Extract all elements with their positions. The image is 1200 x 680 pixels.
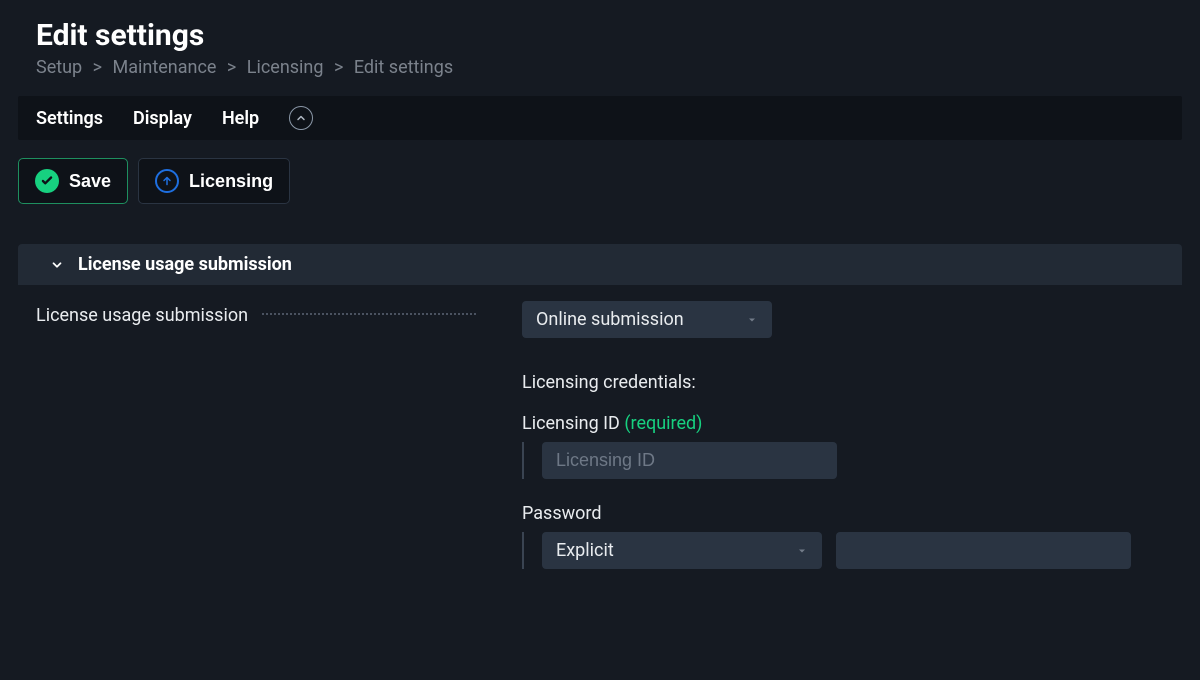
- password-type-select[interactable]: Explicit: [542, 532, 822, 569]
- required-marker: (required): [624, 413, 702, 434]
- menu-help[interactable]: Help: [222, 108, 259, 129]
- section-title: License usage submission: [78, 254, 292, 275]
- breadcrumb-sep: >: [93, 57, 102, 78]
- page-title: Edit settings: [18, 18, 1182, 53]
- menubar: Settings Display Help: [18, 96, 1182, 140]
- breadcrumb-sep: >: [334, 57, 343, 78]
- menu-display[interactable]: Display: [133, 108, 192, 129]
- chevron-down-icon: [50, 258, 64, 272]
- credentials-heading: Licensing credentials:: [522, 372, 1164, 393]
- action-row: Save Licensing: [18, 158, 1182, 204]
- breadcrumb: Setup > Maintenance > Licensing > Edit s…: [18, 57, 1182, 78]
- collapse-menubar-button[interactable]: [289, 106, 313, 130]
- caret-down-icon: [796, 545, 808, 557]
- save-button-label: Save: [69, 171, 111, 192]
- licensing-id-input[interactable]: [542, 442, 837, 479]
- menu-settings[interactable]: Settings: [36, 108, 103, 129]
- dotted-divider: [262, 313, 476, 315]
- breadcrumb-item[interactable]: Maintenance: [113, 57, 217, 78]
- breadcrumb-sep: >: [227, 57, 236, 78]
- breadcrumb-item[interactable]: Setup: [36, 57, 82, 78]
- select-value: Online submission: [536, 309, 684, 330]
- password-label: Password: [522, 503, 1164, 524]
- arrow-up-icon: [155, 169, 179, 193]
- form-label: License usage submission: [36, 305, 248, 326]
- save-button[interactable]: Save: [18, 158, 128, 204]
- select-value: Explicit: [556, 540, 614, 561]
- licensing-button[interactable]: Licensing: [138, 158, 290, 204]
- licensing-button-label: Licensing: [189, 171, 273, 192]
- caret-down-icon: [746, 314, 758, 326]
- password-input[interactable]: [836, 532, 1131, 569]
- submission-type-select[interactable]: Online submission: [522, 301, 772, 338]
- section-header[interactable]: License usage submission: [18, 244, 1182, 285]
- form-row-submission: License usage submission Online submissi…: [36, 301, 1164, 569]
- check-icon: [35, 169, 59, 193]
- chevron-up-icon: [295, 112, 307, 124]
- licensing-id-label: Licensing ID (required): [522, 413, 1164, 434]
- breadcrumb-item[interactable]: Edit settings: [354, 57, 453, 78]
- breadcrumb-item[interactable]: Licensing: [247, 57, 324, 78]
- section-license-usage: License usage submission License usage s…: [0, 244, 1200, 569]
